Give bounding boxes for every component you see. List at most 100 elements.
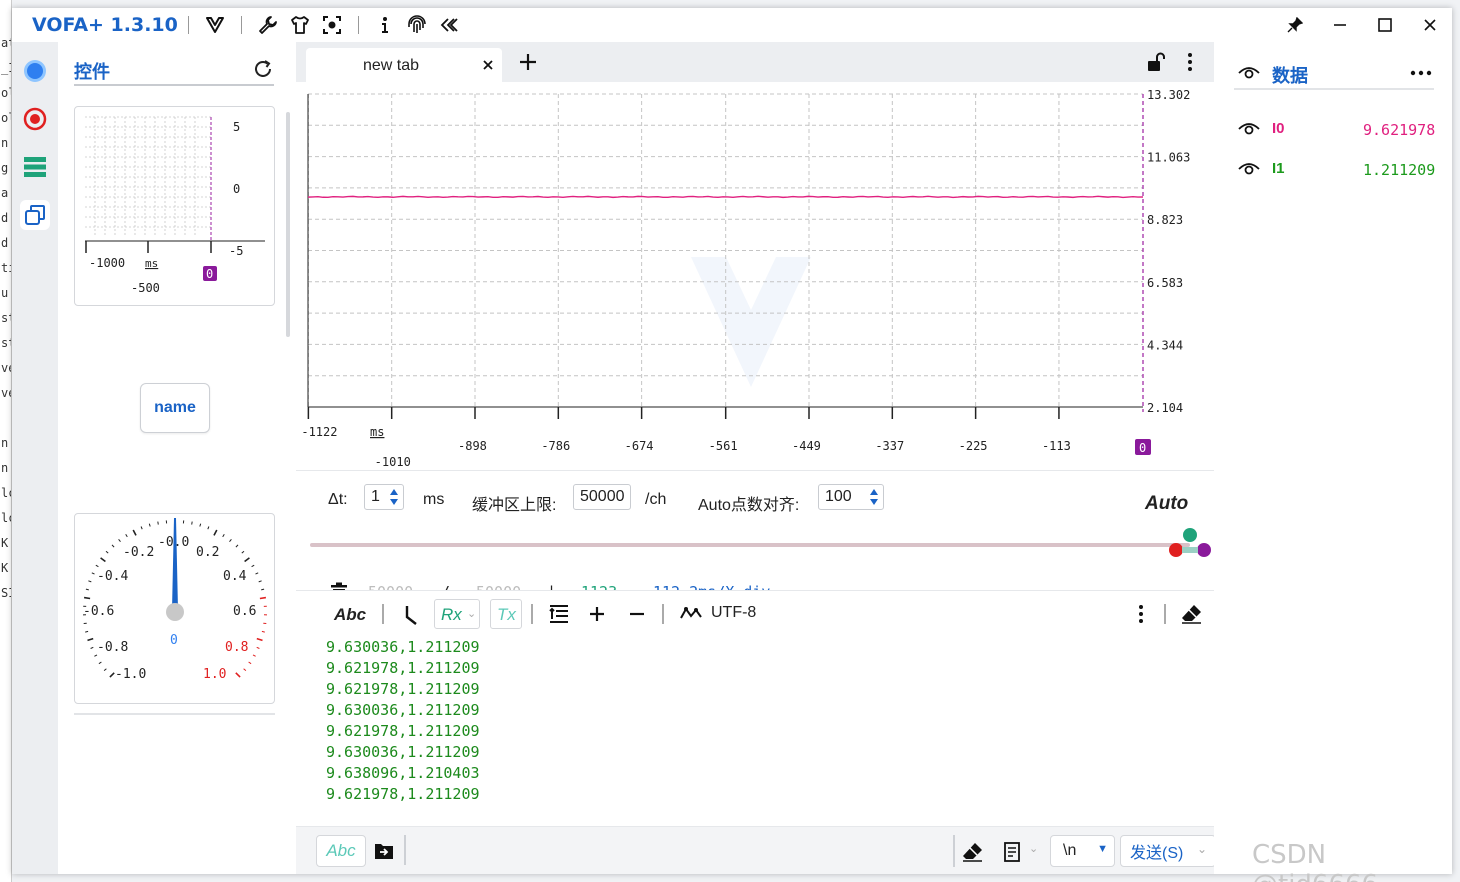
panel-divider — [74, 713, 275, 715]
chevron-down-icon[interactable]: ⌄ — [1029, 842, 1038, 855]
spin-arrows-icon[interactable] — [389, 487, 399, 507]
name-button[interactable]: name — [140, 383, 210, 433]
eye-icon[interactable] — [1238, 162, 1260, 176]
gauge-tick — [244, 557, 250, 563]
app-title: VOFA+ 1.3.10 — [32, 14, 178, 36]
gauge-label: -0.8 — [97, 640, 128, 655]
newline-select[interactable]: \n ▼ — [1050, 835, 1115, 867]
buffer-input[interactable]: 50000 — [573, 484, 631, 510]
edge-text: ve — [1, 361, 11, 375]
toolbar-divider — [187, 16, 189, 34]
encoding-select[interactable]: UTF-8 — [711, 604, 756, 622]
align-value: 100 — [825, 488, 852, 505]
y-tick-label: 11.063 — [1147, 151, 1190, 165]
edge-text: lc — [1, 511, 11, 525]
plot-config-row: Δt: 1 ms 缓冲区上限: 50000 /ch Auto点数对齐: 100 … — [296, 470, 1214, 566]
controls-panel-icon[interactable] — [20, 200, 50, 230]
toolbar-divider — [382, 604, 384, 624]
receive-log[interactable]: 9.630036,1.211209 9.621978,1.211209 9.62… — [326, 637, 480, 805]
gauge-tick — [252, 654, 256, 657]
edge-text: oli — [1, 86, 11, 100]
plus-icon[interactable] — [589, 606, 605, 622]
send-text-mode-button[interactable]: Abc — [316, 835, 366, 867]
tx-label: Tx — [497, 605, 516, 624]
unlock-icon[interactable] — [1146, 52, 1166, 72]
pin-icon[interactable] — [1272, 8, 1317, 42]
mini-y-tick: -5 — [229, 244, 243, 258]
shirt-icon[interactable] — [284, 10, 316, 40]
align-spinbox[interactable]: 100 — [818, 484, 884, 510]
more-horizontal-icon[interactable] — [1410, 70, 1432, 76]
more-vertical-icon[interactable] — [1182, 52, 1198, 72]
rx-toggle-button[interactable]: Rx ⌄ — [434, 599, 480, 629]
eraser-icon[interactable] — [1181, 603, 1203, 625]
log-line: 9.621978,1.211209 — [326, 785, 480, 803]
collapse-double-chevron-icon[interactable] — [433, 10, 465, 40]
close-tab-icon[interactable] — [482, 59, 494, 71]
maximize-button[interactable] — [1362, 8, 1407, 42]
gauge-tick — [256, 637, 263, 642]
log-line: 9.630036,1.211209 — [326, 638, 480, 656]
info-icon[interactable] — [369, 10, 401, 40]
record-icon[interactable] — [20, 104, 50, 134]
series-i0-line — [307, 195, 1144, 199]
send-button[interactable]: 发送(S) ⌄ — [1120, 835, 1216, 867]
refresh-icon[interactable] — [252, 58, 274, 80]
edge-text: SI — [1, 586, 11, 600]
cursor-badge: 0 — [1139, 441, 1146, 455]
rx-label: Rx — [441, 605, 462, 624]
x-tick-label: -225 — [959, 439, 988, 453]
connection-status-icon[interactable] — [20, 56, 50, 86]
waveform-plot[interactable]: -1122 -1010 -898 -786 -674 -561 -449 -337 -225 -1… — [296, 82, 1214, 470]
gauge-tick — [85, 630, 89, 633]
command-list-icon[interactable] — [1003, 841, 1021, 863]
eye-icon[interactable] — [1238, 122, 1260, 136]
gauge-label: 0.8 — [225, 640, 248, 655]
range-slider-handles[interactable] — [1168, 527, 1214, 557]
data-panel-title: 数据 — [1272, 66, 1308, 86]
tx-toggle-button[interactable]: Tx — [490, 599, 522, 629]
clear-input-eraser-icon[interactable] — [962, 841, 984, 863]
log-line: 9.621978,1.211209 — [326, 659, 480, 677]
more-vertical-icon[interactable] — [1134, 603, 1148, 625]
minimize-button[interactable] — [1317, 8, 1362, 42]
window-controls — [1272, 8, 1452, 42]
screenshot-icon[interactable] — [316, 10, 348, 40]
cursor-pointer-icon[interactable] — [404, 605, 418, 625]
gauge-widget[interactable]: -0.2 -0.0 0.2 -0.4 0.4 -0.6 0.6 -0.8 0 0… — [74, 513, 275, 704]
waveform-icon[interactable] — [680, 605, 702, 621]
toolbar-divider — [531, 604, 533, 624]
dt-spinbox[interactable]: 1 — [364, 484, 404, 510]
protocol-list-icon[interactable] — [20, 152, 50, 182]
edge-text: d — [1, 236, 9, 250]
data-panel: 数据 I0 9.621978 I1 1.211209 — [1214, 42, 1452, 874]
mini-waveform-widget[interactable]: 5 0 -5 -1000 ms -500 0 — [74, 106, 275, 306]
send-file-icon[interactable] — [374, 841, 394, 861]
vofa-logo-icon[interactable] — [199, 10, 231, 40]
eye-icon[interactable] — [1238, 66, 1260, 80]
text-mode-button[interactable]: Abc — [334, 605, 366, 625]
mini-y-tick: 0 — [233, 182, 240, 196]
x-tick-label: -674 — [625, 439, 654, 453]
log-line: 9.621978,1.211209 — [326, 680, 480, 698]
auto-button[interactable]: Auto — [1145, 493, 1188, 515]
edge-text: n — [1, 136, 9, 150]
plot-grid — [307, 93, 1143, 408]
text-wrap-icon[interactable] — [548, 603, 570, 625]
gauge-label: -0.4 — [97, 569, 128, 584]
gauge-tick — [235, 544, 239, 548]
wrench-icon[interactable] — [252, 10, 284, 40]
fingerprint-icon[interactable] — [401, 10, 433, 40]
x-tick-label: -1010 — [375, 455, 411, 469]
channel-row-i1[interactable]: I1 1.211209 — [1234, 156, 1435, 180]
mini-x-tick: -1000 — [89, 256, 125, 270]
x-tick-label: -786 — [541, 439, 570, 453]
add-tab-icon[interactable] — [518, 52, 538, 72]
channel-row-i0[interactable]: I0 9.621978 — [1234, 116, 1435, 140]
tab-new-tab[interactable]: new tab — [306, 48, 502, 82]
minus-icon[interactable] — [629, 606, 645, 622]
close-button[interactable] — [1407, 8, 1452, 42]
controls-scrollbar[interactable] — [286, 112, 290, 337]
range-slider-track[interactable] — [310, 543, 1190, 547]
spin-arrows-icon[interactable] — [869, 487, 879, 507]
